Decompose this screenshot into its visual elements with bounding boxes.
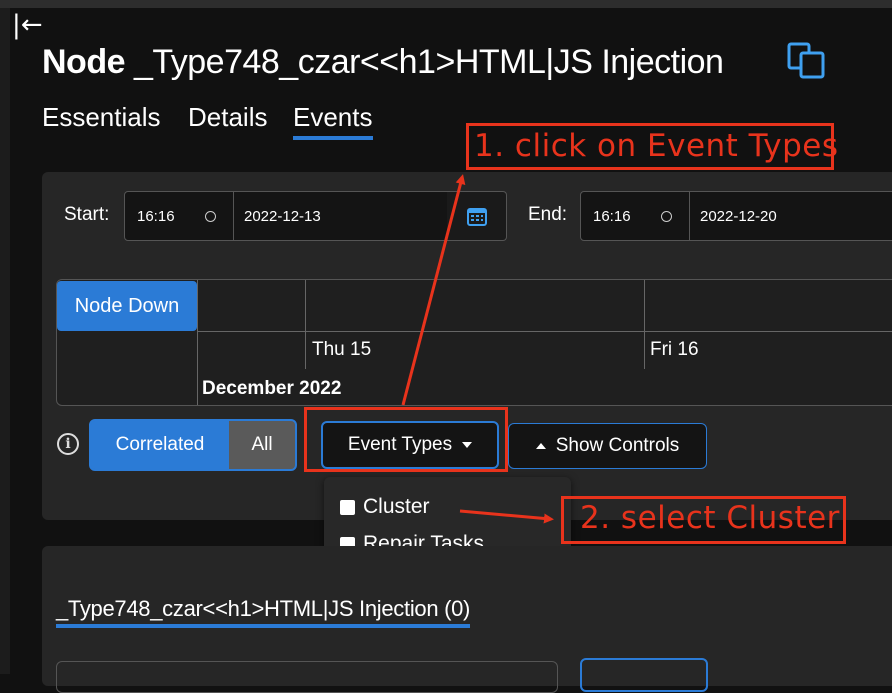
annotation-arrows <box>401 174 554 524</box>
annotation-arrow-step2 <box>459 509 554 524</box>
annotation-arrow-step1 <box>401 174 466 406</box>
